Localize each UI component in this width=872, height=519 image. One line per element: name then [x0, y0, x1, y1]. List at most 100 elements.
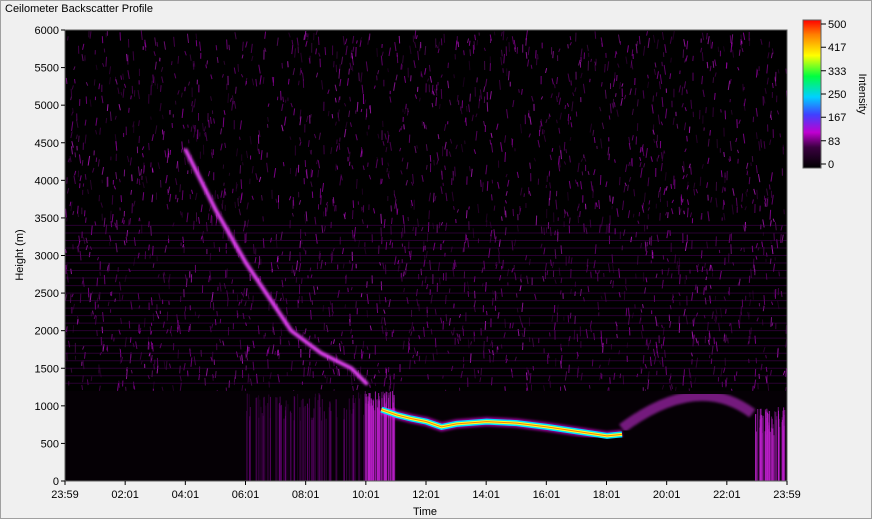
noise-streak — [67, 36, 69, 41]
noise-streak — [358, 72, 360, 82]
noise-streak — [209, 252, 212, 261]
x-axis: 23:59 02:01 04:01 06:01 08:01 10:01 12:01 14:01… — [51, 481, 801, 501]
noise-streak — [187, 124, 189, 128]
noise-streak — [360, 108, 363, 113]
noise-streak — [502, 259, 504, 269]
noise-streak — [751, 245, 754, 253]
noise-streak — [476, 77, 478, 83]
noise-streak — [551, 148, 554, 152]
noise-streak — [765, 355, 767, 359]
noise-streak — [750, 268, 752, 279]
noise-streak — [554, 84, 556, 89]
noise-streak — [310, 113, 312, 118]
colorbar-tick-label: 250 — [828, 89, 846, 101]
noise-streak — [452, 170, 454, 176]
noise-streak — [262, 77, 265, 84]
noise-streak — [565, 148, 568, 154]
noise-streak — [152, 245, 154, 256]
noise-streak — [181, 141, 183, 150]
noise-streak — [625, 307, 628, 317]
low-level-band — [65, 390, 787, 481]
noise-streak — [388, 171, 390, 178]
noise-streak — [463, 282, 466, 293]
noise-streak — [177, 55, 180, 64]
y-tick-label: 0 — [53, 476, 59, 488]
noise-streak — [280, 90, 282, 101]
noise-streak — [682, 375, 685, 386]
noise-streak — [403, 271, 405, 277]
noise-streak — [692, 318, 695, 327]
noise-streak — [503, 206, 506, 216]
colorbar-tick-label: 500 — [828, 19, 846, 31]
noise-streak — [770, 317, 773, 327]
noise-streak — [454, 166, 456, 177]
noise-streak — [420, 268, 423, 276]
noise-streak — [403, 124, 405, 130]
noise-streak — [683, 210, 685, 215]
noise-streak — [105, 56, 108, 67]
noise-streak — [767, 383, 770, 392]
noise-streak — [222, 117, 225, 128]
noise-streak — [150, 225, 152, 236]
noise-streak — [686, 135, 688, 142]
noise-streak — [512, 208, 515, 217]
noise-streak — [665, 366, 667, 375]
noise-streak — [706, 268, 708, 275]
noise-streak — [96, 277, 99, 287]
noise-streak — [557, 92, 560, 98]
backscatter-chart: 0500100015002000250030003500400045005000… — [14, 19, 868, 518]
y-tick-label: 1000 — [35, 401, 59, 413]
noise-streak — [476, 39, 479, 46]
noise-streak — [234, 201, 237, 209]
noise-streak — [331, 113, 334, 119]
noise-streak — [560, 150, 562, 160]
noise-streak — [768, 184, 771, 190]
noise-streak — [70, 88, 73, 97]
noise-streak — [486, 102, 489, 112]
noise-streak — [559, 290, 562, 295]
noise-streak — [712, 77, 715, 83]
noise-streak — [563, 141, 566, 151]
noise-streak — [589, 219, 592, 228]
noise-streak — [262, 216, 264, 222]
noise-streak — [133, 385, 136, 390]
noise-streak — [569, 36, 572, 41]
noise-streak — [740, 311, 743, 316]
noise-streak — [655, 92, 658, 97]
noise-streak — [463, 241, 466, 252]
y-tick-label: 2000 — [35, 326, 59, 338]
noise-streak — [778, 271, 780, 277]
noise-streak — [661, 324, 663, 328]
x-tick-label: 22:01 — [713, 489, 741, 501]
noise-streak — [320, 195, 322, 205]
chart-window: Ceilometer Backscatter Profile 0 500 100… — [0, 0, 872, 519]
x-tick-label: 08:01 — [292, 489, 320, 501]
noise-streak — [280, 328, 283, 336]
noise-streak — [297, 339, 300, 349]
noise-streak — [649, 339, 652, 344]
noise-streak — [228, 44, 231, 51]
noise-streak — [701, 52, 704, 62]
noise-streak — [670, 183, 673, 189]
noise-streak — [107, 266, 109, 273]
noise-streak — [616, 333, 618, 339]
noise-streak — [567, 113, 570, 121]
noise-streak — [609, 195, 611, 202]
noise-streak — [188, 325, 190, 333]
noise-streak — [385, 241, 388, 250]
colorbar-tick-label: 83 — [828, 136, 840, 148]
noise-streak — [215, 45, 218, 51]
noise-streak — [138, 178, 141, 186]
y-tick-label: 500 — [41, 438, 59, 450]
noise-streak — [74, 152, 77, 158]
noise-streak — [156, 41, 159, 47]
noise-streak — [541, 129, 544, 135]
noise-streak — [81, 159, 84, 166]
noise-streak — [336, 165, 339, 170]
noise-streak — [686, 89, 688, 94]
noise-streak — [143, 317, 146, 328]
colorbar — [802, 19, 822, 169]
noise-streak — [299, 252, 302, 262]
noise-streak — [148, 142, 150, 151]
noise-streak — [93, 79, 96, 86]
